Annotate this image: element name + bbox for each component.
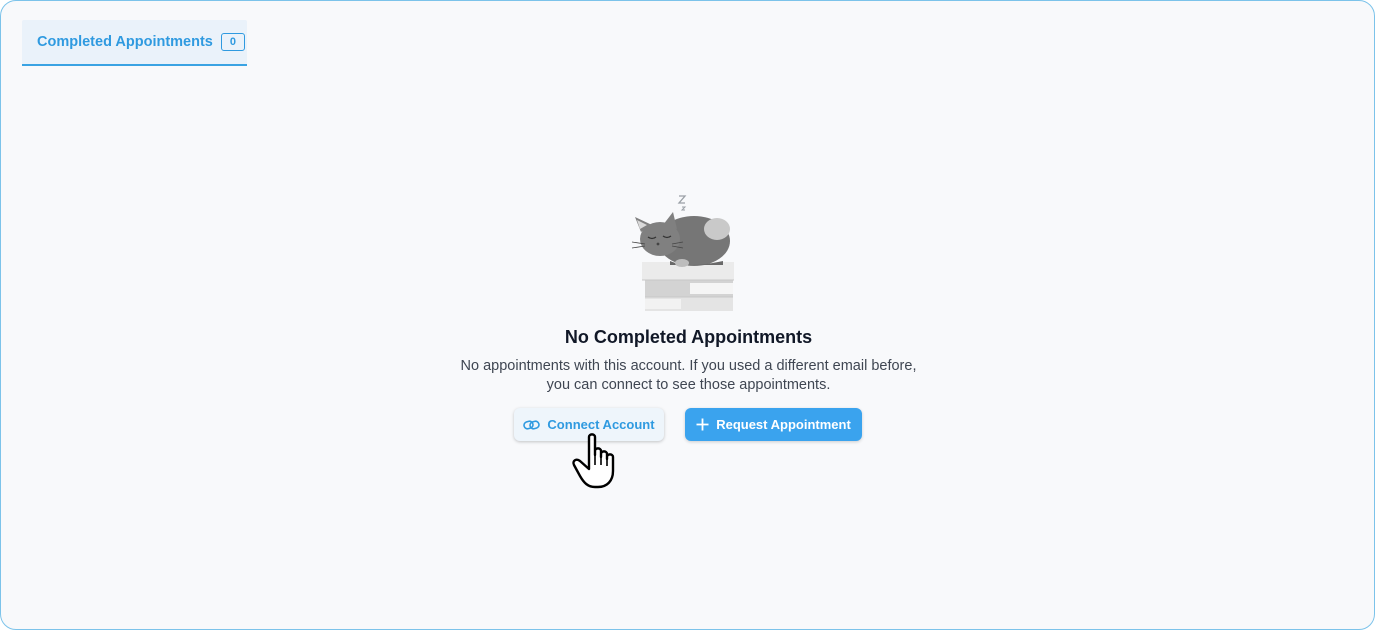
tab-count-badge: 0: [220, 33, 245, 51]
link-icon: [523, 419, 541, 431]
appointments-panel: Completed Appointments 0 No Completed Ap…: [0, 0, 1375, 630]
tab-completed-appointments[interactable]: Completed Appointments 0: [22, 20, 247, 66]
empty-state-description: No appointments with this account. If yo…: [1, 357, 1374, 394]
sleeping-cat-illustration: [631, 195, 734, 311]
empty-state-description-line1: No appointments with this account. If yo…: [460, 358, 917, 374]
empty-state-title: No Completed Appointments: [564, 327, 813, 347]
plus-icon: [696, 418, 709, 431]
request-appointment-button[interactable]: Request Appointment: [685, 408, 862, 441]
request-appointment-label: Request Appointment: [716, 417, 851, 432]
connect-account-label: Connect Account: [547, 417, 655, 432]
hand-pointer-icon: [572, 433, 615, 489]
tab-label: Completed Appointments: [37, 34, 213, 50]
empty-state-description-line2: you can connect to see those appointment…: [546, 376, 831, 393]
